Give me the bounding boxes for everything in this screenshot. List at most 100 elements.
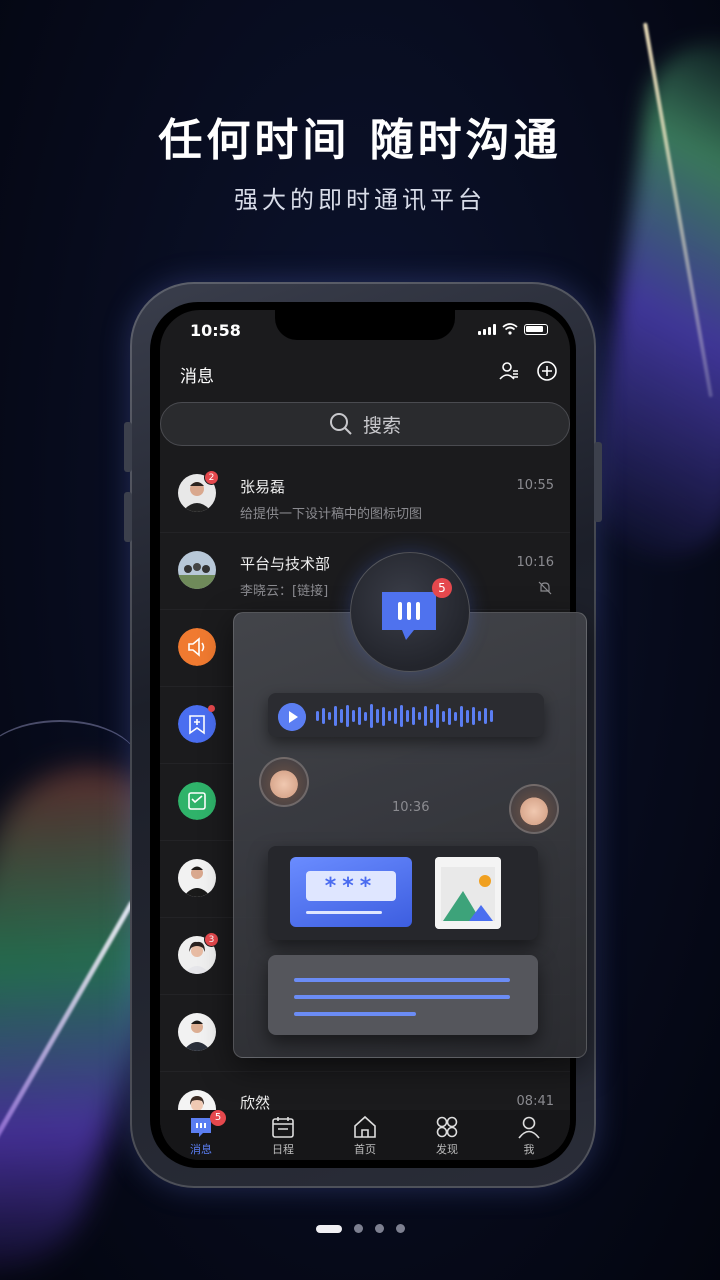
- page-dot[interactable]: [353, 1224, 363, 1233]
- waveform-bar: [424, 706, 427, 726]
- waveform-bar: [316, 711, 319, 721]
- group-avatar: [178, 551, 216, 589]
- text-line: [294, 1012, 416, 1016]
- bottom-tab-bar: 5 消息 日程 首页 发现 我: [160, 1110, 570, 1160]
- phone-side-button: [124, 422, 132, 472]
- tab-badge: 5: [210, 1110, 226, 1126]
- waveform-bar: [370, 704, 373, 728]
- search-placeholder: 搜索: [362, 414, 401, 437]
- waveform-bar: [466, 709, 469, 723]
- waveform-bar: [478, 711, 481, 721]
- headline: 任何时间 随时沟通: [158, 115, 562, 166]
- conversation-preview: 给提供一下设计稿中的图标切图: [240, 507, 423, 522]
- waveform-bar: [322, 708, 325, 724]
- status-icons: [478, 323, 548, 335]
- wifi-icon: [502, 323, 518, 335]
- text-line: [294, 978, 510, 982]
- header-actions: [498, 360, 558, 382]
- tab-profile[interactable]: 我: [488, 1110, 570, 1160]
- phone-notch: [275, 310, 455, 340]
- battery-icon: [524, 323, 548, 335]
- play-icon: [278, 703, 306, 731]
- waveform-bar: [454, 711, 457, 721]
- calendar-icon: [272, 1117, 294, 1138]
- chat-avatar-left: [259, 757, 309, 807]
- unread-dot: [208, 705, 215, 712]
- tab-label: 日程: [272, 1143, 294, 1156]
- app-header: 消息: [160, 350, 570, 394]
- chat-timestamp: 10:36: [392, 800, 430, 815]
- text-line: [294, 995, 510, 999]
- page-indicator: [0, 1224, 720, 1233]
- waveform-bar: [484, 708, 487, 724]
- waveform-bar: [394, 708, 397, 724]
- person-avatar: [178, 859, 216, 897]
- waveform-bar: [352, 710, 355, 722]
- person-avatar: [178, 1013, 216, 1051]
- waveform-bar: [382, 706, 385, 726]
- waveform-bar: [490, 710, 493, 722]
- conversation-time: 10:55: [516, 478, 554, 493]
- profile-icon: [518, 1116, 540, 1139]
- password-underline: [306, 911, 382, 914]
- discover-icon: [436, 1116, 458, 1138]
- phone-side-button: [594, 442, 602, 522]
- conversation-row[interactable]: 2 张易磊 给提供一下设计稿中的图标切图 10:55: [160, 456, 570, 533]
- page-dot[interactable]: [395, 1224, 405, 1233]
- waveform-bar: [448, 707, 451, 725]
- search-icon: [329, 413, 352, 435]
- conversation-time: 08:41: [516, 1094, 554, 1109]
- status-time: 10:58: [190, 321, 241, 340]
- waveform-bar: [418, 712, 421, 720]
- conversation-preview: 李晓云：[链接]: [240, 584, 329, 599]
- waveform-bar: [472, 707, 475, 725]
- tab-label: 首页: [354, 1143, 376, 1156]
- conversation-name: 张易磊: [240, 478, 286, 496]
- waveform-bar: [328, 712, 331, 720]
- voice-waveform: [316, 703, 493, 729]
- contacts-icon[interactable]: [498, 360, 520, 382]
- unread-badge: 3: [204, 932, 219, 947]
- waveform-bar: [460, 705, 463, 727]
- tab-label: 我: [523, 1143, 535, 1156]
- tab-discover[interactable]: 发现: [406, 1110, 488, 1160]
- speaker-icon: [178, 628, 216, 666]
- tab-messages[interactable]: 5 消息: [160, 1110, 242, 1160]
- tab-home[interactable]: 首页: [324, 1110, 406, 1160]
- waveform-bar: [400, 705, 403, 727]
- waveform-bar: [364, 711, 367, 721]
- signal-icon: [478, 323, 496, 335]
- message-bubble-icon: [382, 592, 436, 640]
- tab-label: 发现: [436, 1143, 458, 1156]
- waveform-bar: [376, 709, 379, 723]
- unread-badge: 2: [204, 470, 219, 485]
- page-dot[interactable]: [374, 1224, 384, 1233]
- tab-schedule[interactable]: 日程: [242, 1110, 324, 1160]
- waveform-bar: [412, 707, 415, 725]
- message-bubble-badge: 5: [432, 578, 452, 598]
- waveform-bar: [388, 711, 391, 721]
- chat-avatar-right: [509, 784, 559, 834]
- waveform-bar: [436, 704, 439, 728]
- password-mask: ***: [306, 871, 396, 901]
- page-title: 消息: [180, 367, 214, 387]
- subheadline: 强大的即时通讯平台: [234, 186, 486, 214]
- waveform-bar: [358, 707, 361, 725]
- conversation-name: 平台与技术部: [240, 555, 331, 573]
- waveform-bar: [340, 709, 343, 723]
- image-file-icon: [435, 857, 501, 929]
- conversation-time: 10:16: [516, 555, 554, 570]
- mute-bell-icon: [538, 581, 552, 595]
- phone-side-button: [124, 492, 132, 542]
- left-light-arc: [0, 720, 140, 810]
- waveform-bar: [406, 710, 409, 722]
- waveform-bar: [334, 706, 337, 726]
- add-circle-icon[interactable]: [536, 360, 558, 382]
- waveform-bar: [346, 705, 349, 727]
- calendar-check-icon: [178, 782, 216, 820]
- waveform-bar: [430, 709, 433, 723]
- page-dot-active[interactable]: [315, 1224, 342, 1233]
- home-icon: [354, 1115, 376, 1138]
- search-bar[interactable]: 搜索: [160, 402, 570, 446]
- tab-label: 消息: [190, 1143, 212, 1156]
